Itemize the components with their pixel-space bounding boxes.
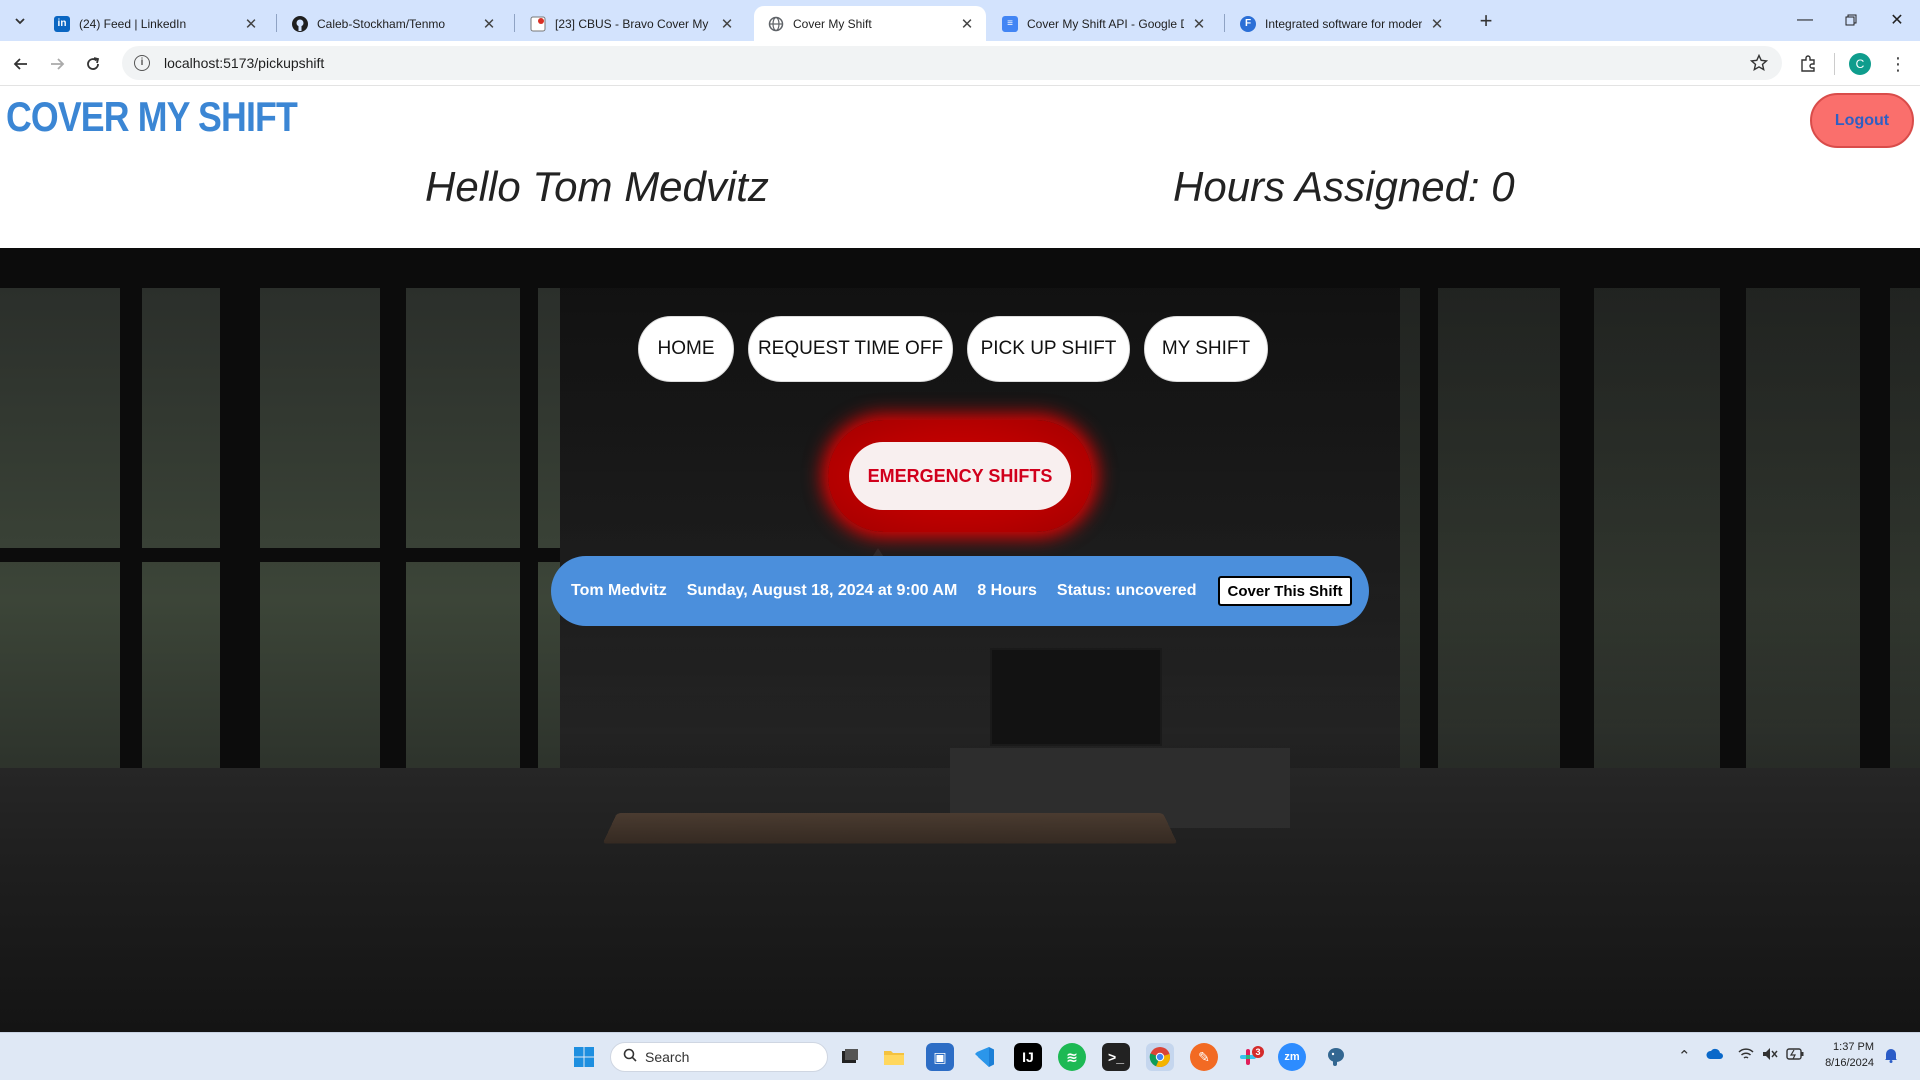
shift-status: Status: uncovered [1056,582,1197,599]
postman-icon[interactable]: ✎ [1190,1043,1218,1071]
tab-google-docs[interactable]: ≡ Cover My Shift API - Google Do ✕ [988,6,1218,41]
tab-divider [1224,14,1225,32]
window-right [1400,288,1920,808]
tab-title: [23] CBUS - Bravo Cover My Shi [555,16,712,31]
tab-divider [276,14,277,32]
tab-title: Caleb-Stockham/Tenmo [317,16,446,31]
logout-button[interactable]: Logout [1810,93,1914,148]
conference-table [602,813,1178,844]
emergency-shifts-glow: EMERGENCY SHIFTS [828,420,1092,532]
tab-linkedin[interactable]: in (24) Feed | LinkedIn ✕ [40,6,270,41]
new-tab-button[interactable]: + [1472,8,1500,36]
greeting: Hello Tom Medvitz [425,163,769,210]
minimize-icon[interactable]: — [1782,0,1828,40]
close-tab-icon[interactable]: ✕ [718,15,736,33]
tab-cover-my-shift[interactable]: Cover My Shift ✕ [754,6,986,41]
taskbar-search[interactable]: Search [610,1042,828,1072]
shift-duration: 8 Hours [977,582,1037,599]
restore-icon[interactable] [1828,0,1874,40]
chrome-icon[interactable] [1146,1043,1174,1071]
tab-title: Cover My Shift [793,16,872,31]
tab-title: Integrated software for modern [1265,16,1422,31]
clock-time: 1:37 PM [1833,1041,1874,1053]
linkedin-icon: in [54,15,70,32]
close-tab-icon[interactable]: ✕ [1428,15,1446,33]
page: COVER MY SHIFT Logout Hello Tom Medvitz … [0,87,1920,1032]
globe-icon [768,16,784,32]
tab-integrated-software[interactable]: F Integrated software for modern ✕ [1226,6,1456,41]
terminal-icon[interactable]: >_ [1102,1043,1130,1071]
task-view-icon[interactable] [836,1043,864,1071]
profile-avatar[interactable]: C [1849,53,1871,75]
tab-divider [514,14,515,32]
notification-bell-icon[interactable] [1884,1047,1898,1067]
cover-this-shift-button[interactable]: Cover This Shift [1218,576,1352,606]
background-image [0,248,1920,1032]
hours-assigned: Hours Assigned: 0 [1173,163,1515,210]
close-window-icon[interactable]: ✕ [1874,0,1920,40]
back-icon[interactable] [6,49,36,79]
bookmark-star-icon[interactable] [1749,53,1769,77]
postgres-icon[interactable] [1322,1043,1350,1071]
tab-search-chevron-icon[interactable] [8,9,32,33]
browser-toolbar: i localhost:5173/pickupshift C ⋮ [0,41,1920,86]
google-docs-icon: ≡ [1002,15,1018,32]
window-mullion [380,288,406,848]
show-hidden-icons-icon[interactable]: ⌃ [1678,1047,1691,1065]
shift-datetime: Sunday, August 18, 2024 at 9:00 AM [686,582,958,599]
volume-muted-icon[interactable] [1762,1047,1778,1065]
app-icon [530,16,546,32]
url-text: localhost:5173/pickupshift [164,55,325,71]
search-icon [623,1048,637,1067]
nav-request-time-off[interactable]: REQUEST TIME OFF [748,316,953,382]
slack-icon[interactable]: 3 [1234,1043,1264,1071]
toolbar-divider [1834,53,1835,75]
nav-home[interactable]: HOME [638,316,734,382]
extensions-icon[interactable] [1796,52,1820,76]
tab-title: Cover My Shift API - Google Do [1027,16,1184,31]
wifi-icon[interactable] [1738,1047,1754,1065]
address-bar[interactable]: i localhost:5173/pickupshift [122,46,1782,80]
tab-github[interactable]: Caleb-Stockham/Tenmo ✕ [278,6,508,41]
github-icon [292,15,308,32]
spotify-icon[interactable]: ≋ [1058,1043,1086,1071]
kebab-menu-icon[interactable]: ⋮ [1886,52,1910,76]
site-info-icon[interactable]: i [134,55,150,71]
zoom-icon[interactable]: zm [1278,1043,1306,1071]
file-explorer-icon[interactable] [880,1043,908,1071]
f-logo-icon: F [1240,15,1256,32]
windows-start-icon[interactable] [570,1043,598,1071]
tab-title: (24) Feed | LinkedIn [79,16,187,31]
close-tab-icon[interactable]: ✕ [480,15,498,33]
close-tab-icon[interactable]: ✕ [958,15,976,33]
intellij-icon[interactable]: IJ [1014,1043,1042,1071]
slack-badge: 3 [1252,1046,1264,1058]
app-header: COVER MY SHIFT Logout Hello Tom Medvitz … [0,87,1920,248]
taskbar: Search ▣ IJ ≋ >_ ✎ 3 zm ⌃ 1:37 PM 8/16/2… [0,1032,1920,1080]
tab-cbus[interactable]: [23] CBUS - Bravo Cover My Shi ✕ [516,6,746,41]
window-mullion [1420,288,1438,808]
search-label: Search [645,1049,690,1065]
brand-logo[interactable]: COVER MY SHIFT [6,93,298,141]
system-clock[interactable]: 1:37 PM 8/16/2024 [1814,1039,1874,1071]
wall-screen [990,648,1162,746]
clock-date: 8/16/2024 [1825,1057,1874,1069]
vscode-icon[interactable] [970,1043,998,1071]
window-transom [0,548,560,562]
battery-icon[interactable] [1786,1047,1804,1064]
nav-pick-up-shift[interactable]: PICK UP SHIFT [967,316,1130,382]
shift-card: Tom Medvitz Sunday, August 18, 2024 at 9… [551,556,1369,626]
shift-employee: Tom Medvitz [571,582,667,599]
ceiling-beam [0,248,1920,288]
emergency-shifts-button[interactable]: EMERGENCY SHIFTS [849,442,1071,510]
nav-my-shift[interactable]: MY SHIFT [1144,316,1268,382]
reload-icon[interactable] [78,49,108,79]
tab-strip: in (24) Feed | LinkedIn ✕ Caleb-Stockham… [0,0,1920,41]
close-tab-icon[interactable]: ✕ [1190,15,1208,33]
close-tab-icon[interactable]: ✕ [242,15,260,33]
onedrive-icon[interactable] [1706,1047,1724,1064]
forward-icon[interactable] [42,49,72,79]
microsoft-store-icon[interactable]: ▣ [926,1043,954,1071]
